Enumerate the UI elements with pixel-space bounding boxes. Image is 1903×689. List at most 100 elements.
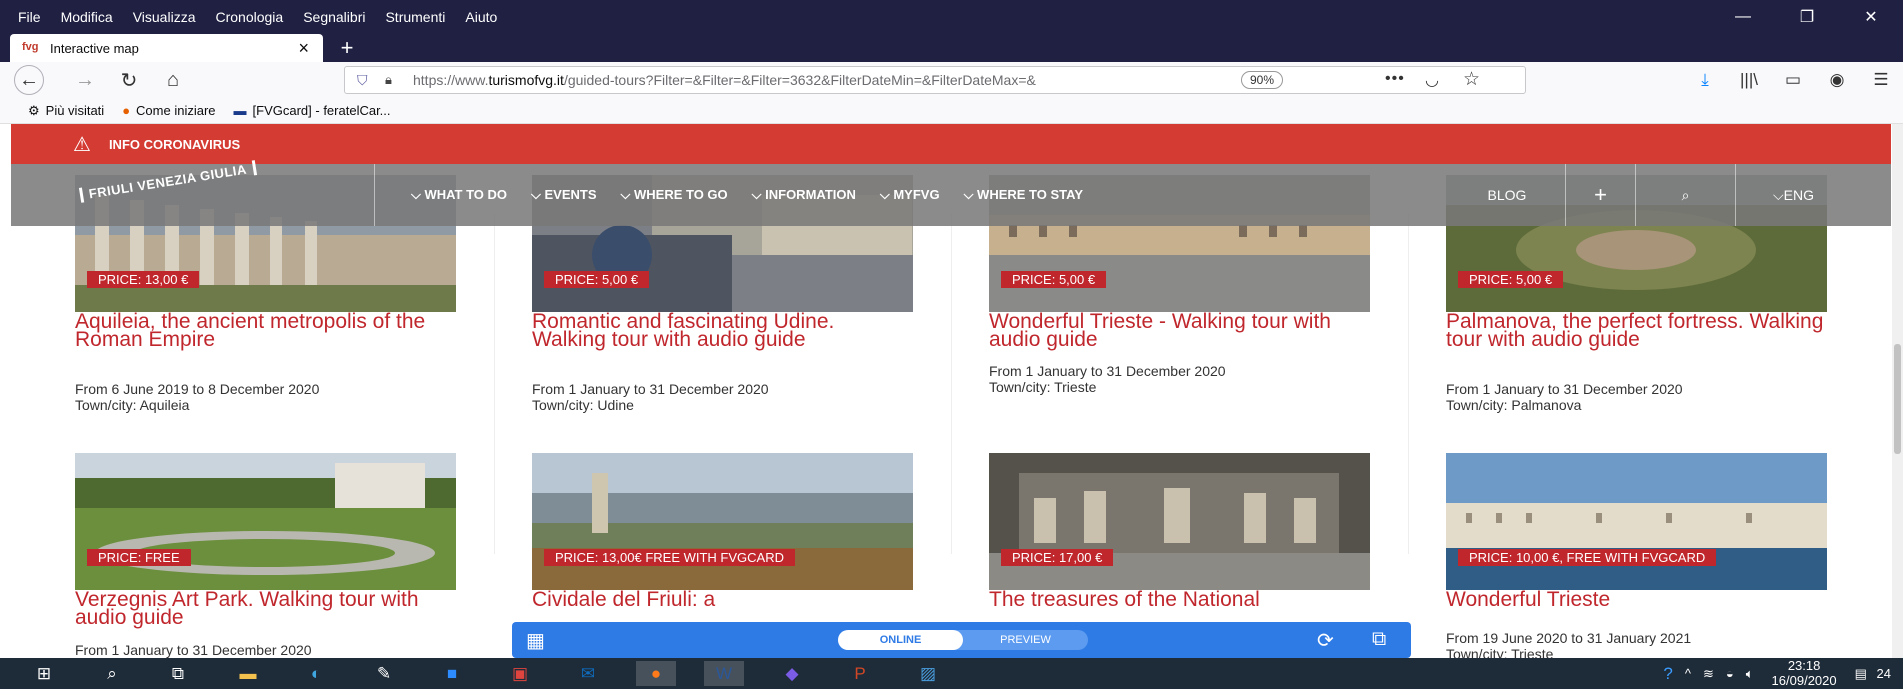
menu-file[interactable]: File — [18, 9, 41, 25]
search-icon[interactable]: ⌕ — [1635, 164, 1735, 226]
account-icon[interactable]: ◉ — [1815, 70, 1859, 90]
tour-title[interactable]: Cividale del Friuli: a — [532, 589, 913, 610]
price-badge: PRICE: 5,00 € — [544, 271, 650, 288]
bookmarks-bar: ⚙ Più visitati ● Come iniziare ▬ [FVGcard] … — [0, 98, 1903, 124]
firefox-taskbar-icon[interactable]: ● — [636, 661, 676, 686]
tab-title: Interactive map — [50, 40, 139, 56]
covid-banner[interactable]: ⚠ INFO CORONAVIRUS — [11, 124, 1891, 164]
wifi-icon[interactable]: ◒ — [1726, 666, 1734, 681]
new-tab-icon[interactable]: + — [333, 34, 361, 62]
start-icon[interactable]: ⊞ — [24, 661, 64, 686]
external-link-icon[interactable]: ⧉ — [1372, 628, 1386, 651]
tour-title[interactable]: Palmanova, the perfect fortress. Walking… — [1446, 311, 1827, 350]
close-window-icon[interactable]: ✕ — [1839, 0, 1903, 34]
tour-image[interactable] — [75, 453, 456, 590]
volume-icon[interactable]: 🔈︎ — [1746, 666, 1754, 682]
clock[interactable]: 23:18 16/09/2020 — [1766, 659, 1843, 689]
tab-interactive-map[interactable]: fvg Interactive map × — [10, 34, 323, 62]
shield-icon[interactable]: ⛉ — [357, 72, 373, 89]
scrollbar-thumb[interactable] — [1894, 344, 1901, 454]
tour-dates: From 1 January to 31 December 2020 — [75, 642, 312, 658]
nav-blog[interactable]: BLOG — [1449, 164, 1565, 226]
app-icon[interactable]: ✎ — [364, 661, 404, 686]
nav-plus[interactable]: + — [1565, 164, 1635, 226]
chevron-up-icon[interactable]: ^ — [1685, 666, 1691, 681]
task-view-icon[interactable]: ⧉ — [158, 661, 198, 686]
file-explorer-icon[interactable]: ▬ — [228, 661, 268, 686]
nav-where-to-go[interactable]: ⌵ WHERE TO GO — [621, 187, 728, 203]
price-badge: PRICE: FREE — [87, 549, 191, 566]
minimize-icon[interactable]: — — [1711, 0, 1775, 34]
lock-icon[interactable]: 🔒︎ — [385, 72, 401, 88]
price-badge: PRICE: 13,00€ FREE WITH FVGCARD — [544, 549, 795, 566]
zoom-level[interactable]: 90% — [1241, 71, 1284, 89]
tour-image[interactable] — [1446, 453, 1827, 590]
menu-cronologia[interactable]: Cronologia — [215, 9, 283, 25]
sidebar-icon[interactable]: ▭ — [1771, 70, 1815, 90]
calendar-app-icon[interactable]: ▣ — [500, 661, 540, 686]
menu-modifica[interactable]: Modifica — [61, 9, 113, 25]
tour-title[interactable]: Romantic and fascinating Udine. Walking … — [532, 311, 913, 350]
page-actions-icon[interactable]: ••• — [1385, 70, 1405, 88]
firefox-icon: ● — [122, 103, 131, 118]
nav-information[interactable]: ⌵ INFORMATION — [752, 187, 856, 203]
zoom-app-icon[interactable]: ■ — [432, 661, 472, 686]
windows-taskbar: ⊞ ⌕ ⧉ ▬ ◐ ✎ ■ ▣ ✉ ● W ◆ P ▨ ? ^ ≋ ◒ 🔈︎ 2… — [0, 658, 1903, 689]
nav-what-to-do[interactable]: ⌵ WHAT TO DO — [411, 187, 507, 203]
bookmark-piu-visitati[interactable]: ⚙ Più visitati — [28, 103, 104, 119]
url-bar[interactable]: ⛉ 🔒︎ https://www.turismofvg.it/guided-to… — [344, 66, 1526, 94]
edge-icon[interactable]: ◐ — [296, 661, 336, 686]
paint-icon[interactable]: ◆ — [772, 661, 812, 686]
price-badge: PRICE: 17,00 € — [1001, 549, 1114, 566]
downloads-icon[interactable]: ⤓ — [1683, 70, 1727, 90]
nav-myfvg[interactable]: ⌵ MYFVG — [880, 187, 940, 203]
tour-title[interactable]: The treasures of the National — [989, 589, 1370, 610]
search-taskbar-icon[interactable]: ⌕ — [92, 661, 132, 686]
home-icon[interactable]: ⌂ — [158, 67, 188, 93]
tour-title[interactable]: Wonderful Trieste - Walking tour with au… — [989, 311, 1370, 350]
menu-aiuto[interactable]: Aiuto — [465, 9, 497, 25]
bookmark-fvgcard[interactable]: ▬ [FVGcard] - feratelCar... — [234, 103, 391, 118]
bookmark-come-iniziare[interactable]: ● Come iniziare — [122, 103, 215, 118]
close-tab-icon[interactable]: × — [298, 38, 309, 59]
network-icon[interactable]: ≋ — [1703, 666, 1714, 682]
price-badge: PRICE: 13,00 € — [87, 271, 200, 288]
notification-icon[interactable]: ▤ 24 — [1855, 666, 1897, 682]
menu-segnalibri[interactable]: Segnalibri — [303, 9, 365, 25]
tour-title[interactable]: Aquileia, the ancient metropolis of the … — [75, 311, 456, 350]
tour-title[interactable]: Verzegnis Art Park. Walking tour with au… — [75, 589, 456, 628]
tour-image[interactable] — [989, 453, 1370, 590]
outlook-icon[interactable]: ✉ — [568, 661, 608, 686]
tour-dates: From 6 June 2019 to 8 December 2020 — [75, 381, 320, 397]
price-badge: PRICE: 5,00 € — [1001, 271, 1107, 288]
forward-arrow-icon[interactable]: → — [70, 67, 100, 93]
pocket-icon[interactable]: ◡ — [1425, 70, 1439, 90]
word-icon[interactable]: W — [704, 661, 744, 686]
tour-town: Town/city: Trieste — [1446, 646, 1554, 658]
nav-language[interactable]: ⌵ ENG — [1735, 164, 1851, 226]
library-icon[interactable]: |||\ — [1727, 70, 1771, 90]
photos-icon[interactable]: ▨ — [908, 661, 948, 686]
restore-icon[interactable]: ❐ — [1775, 0, 1839, 34]
site-logo[interactable]: FRIULI VENEZIA GIULIA — [78, 160, 257, 203]
menu-visualizza[interactable]: Visualizza — [133, 9, 196, 25]
tour-dates: From 1 January to 31 December 2020 — [1446, 381, 1683, 397]
reload-icon[interactable]: ↻ — [114, 67, 144, 93]
help-icon[interactable]: ? — [1663, 664, 1672, 684]
back-arrow-icon[interactable]: ← — [14, 65, 44, 95]
nav-toolbar: ← → ↻ ⌂ ⛉ 🔒︎ https://www.turismofvg.it/g… — [0, 62, 1903, 98]
url-text[interactable]: https://www.turismofvg.it/guided-tours?F… — [413, 72, 1233, 88]
page-scrollbar[interactable] — [1892, 124, 1903, 658]
gear-icon: ⚙ — [28, 102, 40, 118]
sync-icon[interactable]: ⟳ — [1317, 628, 1334, 653]
tour-image[interactable] — [532, 453, 913, 590]
bookmark-star-icon[interactable]: ☆ — [1463, 68, 1480, 91]
nav-events[interactable]: ⌵ EVENTS — [531, 187, 596, 203]
hamburger-menu-icon[interactable]: ☰ — [1859, 70, 1903, 90]
preview-toggle[interactable]: PREVIEW — [963, 630, 1088, 650]
powerpoint-icon[interactable]: P — [840, 661, 880, 686]
nav-where-to-stay[interactable]: ⌵ WHERE TO STAY — [964, 187, 1083, 203]
online-toggle[interactable]: ONLINE — [838, 630, 963, 650]
tour-title[interactable]: Wonderful Trieste — [1446, 589, 1827, 610]
menu-strumenti[interactable]: Strumenti — [385, 9, 445, 25]
